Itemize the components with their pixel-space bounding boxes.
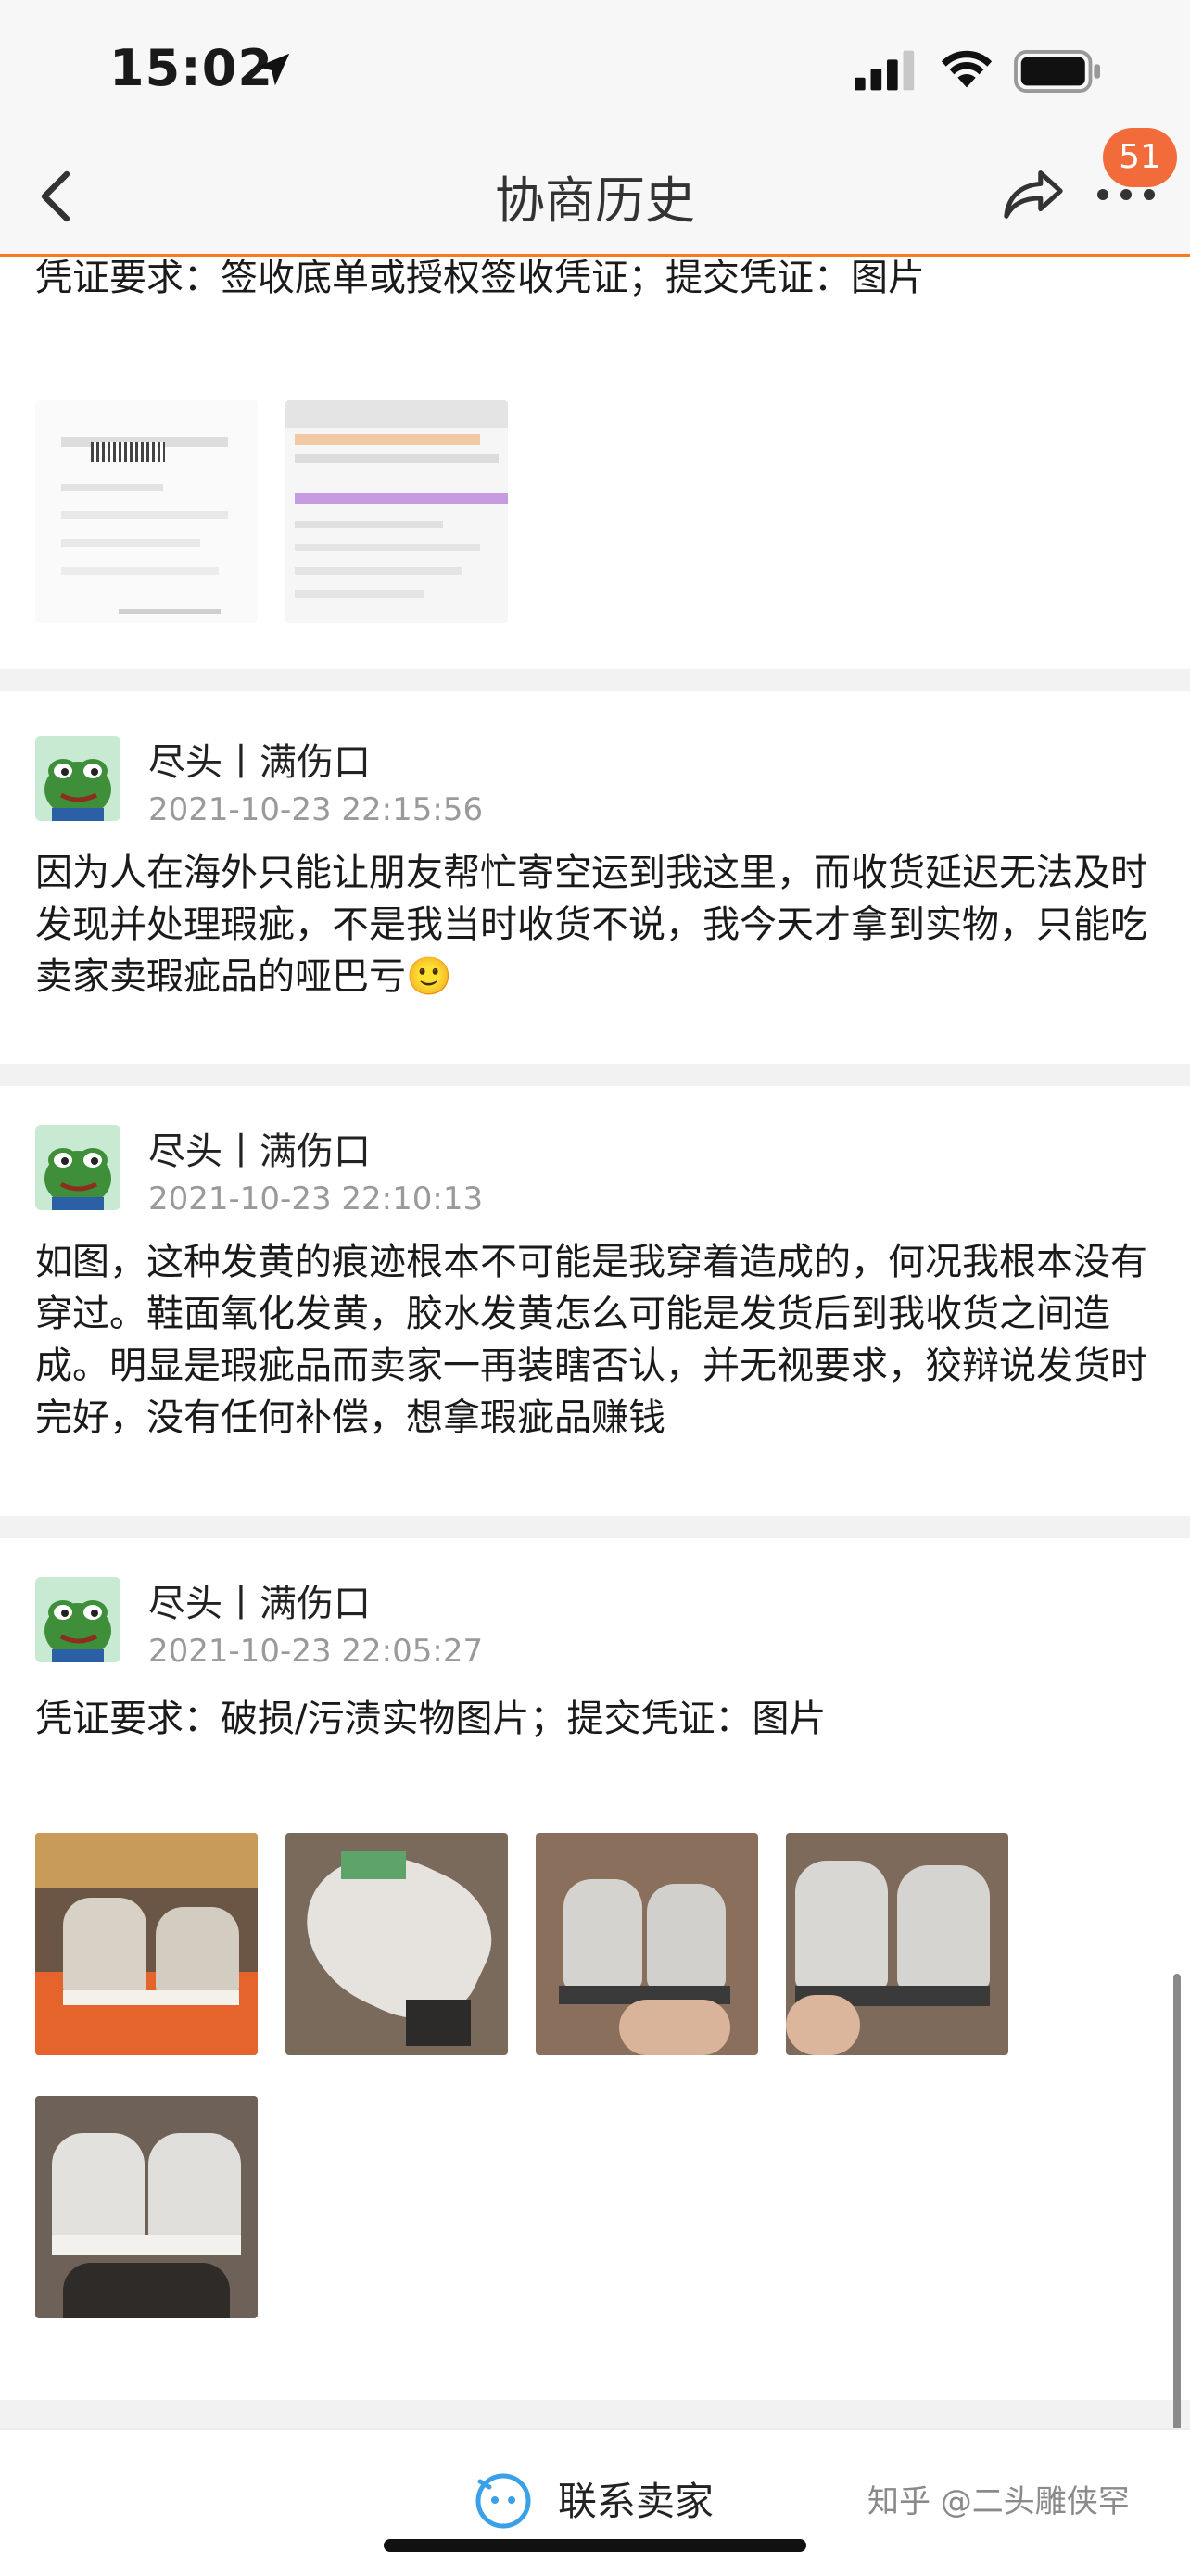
customer-service-icon — [475, 2473, 531, 2529]
post-time: 2021-10-23 22:05:27 — [148, 1633, 484, 1670]
history-card: 尽头丨满伤口 2021-10-23 22:10:13 如图，这种发黄的痕迹根本不… — [0, 1086, 1190, 1516]
avatar[interactable] — [35, 1125, 120, 1210]
post-time: 2021-10-23 22:15:56 — [148, 791, 484, 828]
evidence-thumbnail[interactable] — [285, 1833, 508, 2055]
avatar[interactable] — [35, 736, 120, 821]
nav-bar: 协商历史 51 — [0, 128, 1190, 257]
requirement-text: 凭证要求：签收底单或授权签收凭证；提交凭证：图片 — [35, 257, 925, 299]
author-name: 尽头丨满伤口 — [148, 1130, 371, 1173]
evidence-thumbnail[interactable] — [35, 1833, 258, 2055]
scroll-indicator[interactable] — [1173, 1974, 1181, 2431]
evidence-thumbnail[interactable] — [35, 400, 258, 623]
history-card: 凭证要求：签收底单或授权签收凭证；提交凭证：图片 — [0, 257, 1190, 669]
author-name: 尽头丨满伤口 — [148, 1583, 371, 1625]
share-icon[interactable] — [1001, 165, 1066, 224]
more-icon[interactable] — [1094, 185, 1158, 204]
bottom-bar: 联系卖家 知乎 @二头雕侠罕 — [0, 2428, 1190, 2576]
history-card: 尽头丨满伤口 2021-10-23 22:05:27 凭证要求：破损/污渍实物图… — [0, 1538, 1190, 2400]
evidence-thumbnail[interactable] — [786, 1833, 1008, 2055]
evidence-thumbnail[interactable] — [285, 400, 508, 623]
message-body: 因为人在海外只能让朋友帮忙寄空运到我这里，而收货延迟无法及时发现并处理瑕疵，不是… — [35, 852, 1147, 998]
evidence-thumbnail[interactable] — [536, 1833, 758, 2055]
section-divider — [0, 669, 1190, 691]
post-time: 2021-10-23 22:10:13 — [148, 1181, 484, 1218]
notification-badge: 51 — [1103, 128, 1177, 187]
home-indicator[interactable] — [384, 2539, 806, 2552]
status-bar: 15:02 — [0, 0, 1190, 139]
section-divider — [0, 1516, 1190, 1538]
message-body: 如图，这种发黄的痕迹根本不可能是我穿着造成的，何况我根本没有穿过。鞋面氧化发黄，… — [35, 1241, 1147, 1439]
evidence-thumbnail[interactable] — [35, 2096, 258, 2318]
battery-icon — [1014, 50, 1101, 93]
author-name: 尽头丨满伤口 — [148, 741, 371, 784]
avatar[interactable] — [35, 1577, 120, 1662]
status-time: 15:02 — [109, 39, 273, 97]
section-divider — [0, 2400, 1190, 2428]
wifi-icon — [941, 50, 993, 88]
cellular-signal-icon — [855, 50, 915, 91]
location-arrow-icon — [257, 53, 290, 86]
section-divider — [0, 1064, 1190, 1086]
requirement-text: 凭证要求：破损/污渍实物图片；提交凭证：图片 — [35, 1698, 827, 1740]
history-card: 尽头丨满伤口 2021-10-23 22:15:56 因为人在海外只能让朋友帮忙… — [0, 691, 1190, 1064]
contact-seller-label: 联系卖家 — [558, 2479, 715, 2524]
watermark-text: 知乎 @二头雕侠罕 — [867, 2483, 1130, 2520]
negotiation-history-list: 凭证要求：签收底单或授权签收凭证；提交凭证：图片 尽头丨满伤口 2021-10-… — [0, 257, 1190, 2428]
